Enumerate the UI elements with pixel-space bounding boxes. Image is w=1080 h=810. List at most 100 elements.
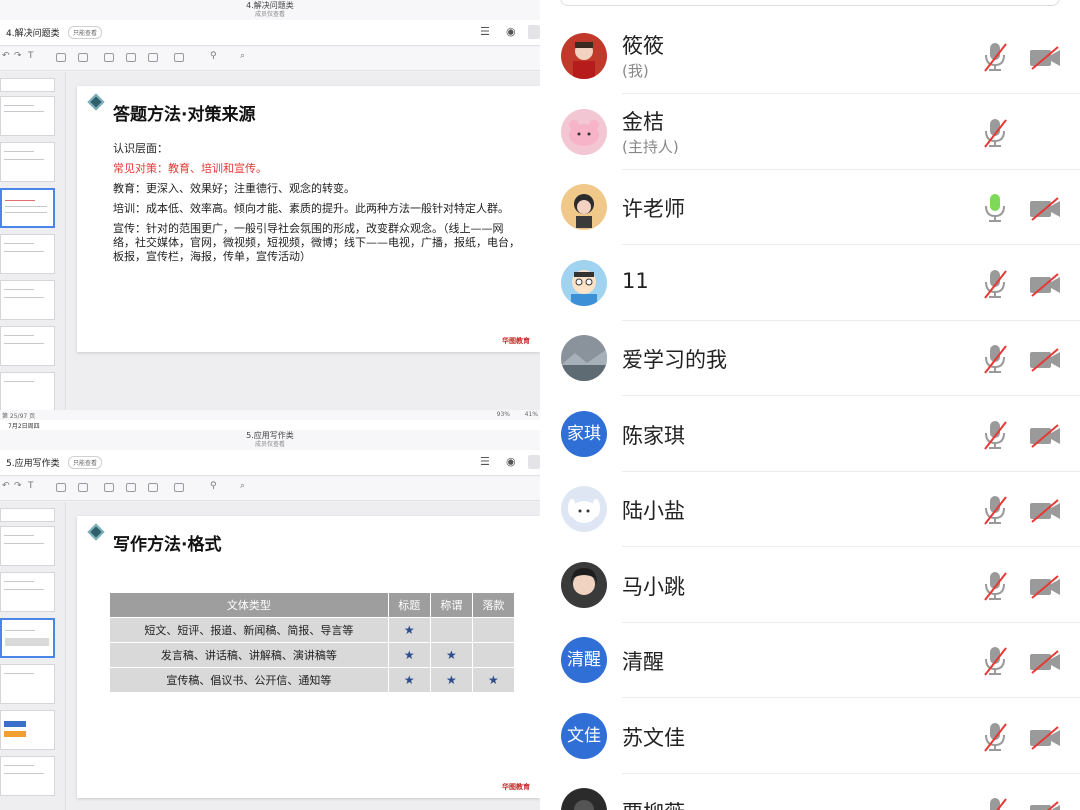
toolbar: ↶ ↷ T ⚲ ⌕ <box>0 47 540 71</box>
camera-off-icon[interactable] <box>1028 649 1062 675</box>
record-icon[interactable]: ◉ <box>506 25 516 38</box>
star-cell: ★ <box>387 667 431 693</box>
media-icon[interactable] <box>174 53 184 62</box>
table-cell: 宣传稿、倡议书、公开信、通知等 <box>109 667 389 693</box>
participant-role: (我) <box>622 62 649 80</box>
avatar-text: 家琪 <box>561 410 607 457</box>
chart-icon[interactable] <box>148 53 158 62</box>
thumbnail[interactable] <box>0 78 55 92</box>
camera-off-icon[interactable] <box>1028 498 1062 524</box>
participant-row[interactable]: 许老师 <box>540 170 1080 245</box>
slide-canvas: 答题方法·对策来源 认识层面： 常见对策：教育、培训和宣传。 教育：更深入、效果… <box>67 72 540 410</box>
camera-off-icon[interactable] <box>1028 800 1062 810</box>
shape-icon[interactable] <box>78 53 88 62</box>
camera-off-icon[interactable] <box>1028 45 1062 71</box>
zoom-level[interactable]: 93% <box>497 411 510 418</box>
microphone-muted-icon[interactable] <box>980 494 1010 526</box>
undo-icon[interactable]: ↶ <box>2 51 10 61</box>
avatar-image <box>561 108 607 155</box>
image-icon[interactable] <box>104 483 114 492</box>
chart-icon[interactable] <box>148 483 158 492</box>
thumbnail[interactable] <box>0 142 55 182</box>
menu-icon[interactable]: ☰ <box>480 455 490 468</box>
participant-name: 清醒 <box>622 650 664 674</box>
document-name: 5.应用写作类 <box>6 459 60 469</box>
view-only-badge[interactable]: 只能查看 <box>68 456 103 469</box>
participant-row[interactable]: 贾柳薇 <box>540 774 1080 810</box>
microphone-muted-icon[interactable] <box>980 570 1010 602</box>
link-icon[interactable]: ⚲ <box>210 51 217 61</box>
record-icon[interactable]: ◉ <box>506 455 516 468</box>
link-icon[interactable]: ⚲ <box>210 481 217 491</box>
participant-row[interactable]: 爱学习的我 <box>540 321 1080 396</box>
view-only-badge[interactable]: 只能查看 <box>68 26 103 39</box>
left-panel: 4.解决问题类 成员仅查看 4.解决问题类 只能查看 ☰ ◉ ↶ ↷ T ⚲ ⌕… <box>0 0 540 810</box>
participant-row[interactable]: 11 <box>540 246 1080 321</box>
participant-row[interactable]: 筱筱 (我) <box>540 19 1080 94</box>
microphone-muted-icon[interactable] <box>980 268 1010 300</box>
thumbnail[interactable] <box>0 572 55 612</box>
participant-row[interactable]: 陆小盐 <box>540 472 1080 547</box>
thumbnail[interactable] <box>0 280 55 320</box>
participant-row[interactable]: 金桔 (主持人) <box>540 95 1080 170</box>
camera-off-icon[interactable] <box>1028 196 1062 222</box>
thumbnail[interactable] <box>0 710 55 750</box>
thumbnail[interactable] <box>0 664 55 704</box>
table-icon[interactable] <box>126 53 136 62</box>
star-cell <box>429 617 473 643</box>
status-date: 7月2日周四 <box>8 423 40 430</box>
redo-icon[interactable]: ↷ <box>14 51 22 61</box>
microphone-muted-icon[interactable] <box>980 796 1010 810</box>
thumbnail-selected[interactable] <box>0 618 55 658</box>
redo-icon[interactable]: ↷ <box>14 481 22 491</box>
camera-off-icon[interactable] <box>1028 347 1062 373</box>
microphone-muted-icon[interactable] <box>980 419 1010 451</box>
participant-panel: 筱筱 (我) 金桔 (主持人) 许老师 11 爱学习的我 家琪 陈家琪 陆小盐 马小跳 清醒 清醒 文佳苏… <box>540 0 1080 810</box>
table-row: 宣传稿、倡议书、公开信、通知等 ★ ★ ★ <box>109 667 516 693</box>
thumbnail[interactable] <box>0 508 55 522</box>
thumbnail[interactable] <box>0 526 55 566</box>
participant-row[interactable]: 马小跳 <box>540 548 1080 623</box>
microphone-muted-icon[interactable] <box>980 343 1010 375</box>
textbox-icon[interactable] <box>56 53 66 62</box>
search-icon[interactable]: ⌕ <box>240 481 245 491</box>
shape-icon[interactable] <box>78 483 88 492</box>
image-icon[interactable] <box>104 53 114 62</box>
table-icon[interactable] <box>126 483 136 492</box>
thumbnail[interactable] <box>0 756 55 796</box>
camera-off-icon[interactable] <box>1028 725 1062 751</box>
search-icon[interactable]: ⌕ <box>240 51 245 61</box>
textbox-icon[interactable] <box>56 483 66 492</box>
media-icon[interactable] <box>174 483 184 492</box>
window-title-bar: 5.应用写作类 成员仅查看 <box>0 430 540 450</box>
format-painter-icon[interactable]: T <box>28 481 34 491</box>
camera-off-icon[interactable] <box>1028 574 1062 600</box>
thumbnail[interactable] <box>0 372 55 412</box>
microphone-active-icon[interactable] <box>980 192 1010 224</box>
microphone-muted-icon[interactable] <box>980 41 1010 73</box>
search-field-edge[interactable] <box>560 0 1060 6</box>
thumbnail-selected[interactable] <box>0 188 55 228</box>
camera-off-icon[interactable] <box>1028 272 1062 298</box>
participant-name: 许老师 <box>622 197 685 221</box>
window-title: 5.应用写作类 <box>246 431 294 440</box>
microphone-muted-icon[interactable] <box>980 117 1010 149</box>
thumbnail[interactable] <box>0 234 55 274</box>
microphone-muted-icon[interactable] <box>980 721 1010 753</box>
microphone-muted-icon[interactable] <box>980 645 1010 677</box>
participant-role: (主持人) <box>622 137 679 156</box>
star-cell: ★ <box>471 667 516 693</box>
thumbnail[interactable] <box>0 96 55 136</box>
diamond-bullet-icon <box>87 523 105 541</box>
panel-icon[interactable] <box>528 455 540 469</box>
participant-row[interactable]: 清醒 清醒 <box>540 623 1080 698</box>
camera-off-icon[interactable] <box>1028 423 1062 449</box>
participant-row[interactable]: 文佳 苏文佳 <box>540 699 1080 774</box>
avatar-image <box>561 335 607 381</box>
format-painter-icon[interactable]: T <box>28 51 34 61</box>
undo-icon[interactable]: ↶ <box>2 481 10 491</box>
thumbnail[interactable] <box>0 326 55 366</box>
menu-icon[interactable]: ☰ <box>480 25 490 38</box>
panel-icon[interactable] <box>528 25 540 39</box>
participant-row[interactable]: 家琪 陈家琪 <box>540 397 1080 472</box>
